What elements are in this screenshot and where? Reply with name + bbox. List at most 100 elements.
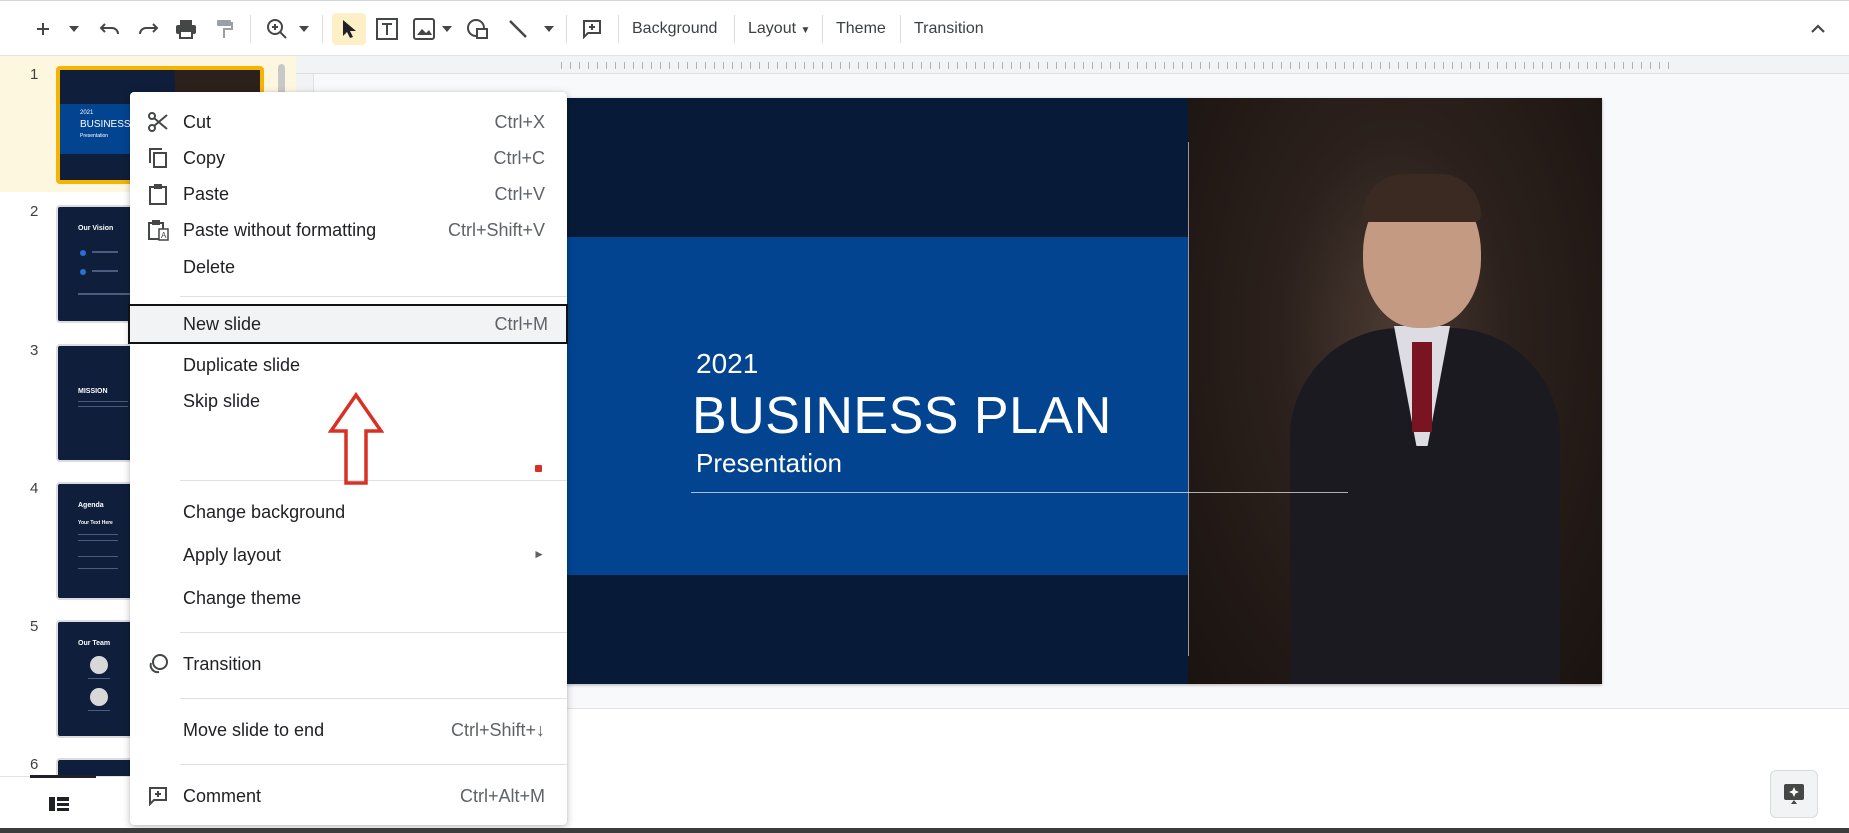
transition-icon <box>146 653 170 675</box>
menu-item-label: Paste without formatting <box>183 220 377 240</box>
slide-number: 4 <box>30 480 39 497</box>
menu-item-cut[interactable]: Cut Ctrl+X <box>130 104 567 140</box>
menu-item-change-theme[interactable]: Change theme <box>130 580 567 616</box>
toolbar: Background Layout ▼ Theme Transition <box>0 0 1849 56</box>
thumb-year: 2021 <box>80 110 94 116</box>
menu-divider <box>180 698 567 699</box>
menu-item-shortcut: Ctrl+Shift+V <box>447 220 545 240</box>
zoom-dropdown[interactable] <box>296 13 312 45</box>
print-icon <box>176 20 196 39</box>
menu-item-paste-without-formatting[interactable]: A Paste without formatting Ctrl+Shift+V <box>130 212 567 248</box>
menu-item-delete[interactable]: Delete <box>130 249 567 285</box>
line-button[interactable] <box>504 13 532 45</box>
explore-button[interactable] <box>1770 770 1818 818</box>
menu-item-shortcut: Ctrl+Shift+↓ <box>450 720 545 740</box>
line-dropdown[interactable] <box>542 13 556 45</box>
menu-divider <box>180 764 567 765</box>
menu-item-label: Apply layout <box>183 545 282 565</box>
menu-item-label: Copy <box>183 148 226 168</box>
slide-title[interactable]: BUSINESS PLAN <box>692 386 1112 446</box>
menu-item-shortcut: Ctrl+Alt+M <box>459 786 545 806</box>
menu-divider <box>180 632 567 633</box>
svg-text:A: A <box>161 231 167 240</box>
slide-number: 3 <box>30 342 39 359</box>
print-button[interactable] <box>172 13 200 45</box>
menu-item-shortcut: Ctrl+C <box>493 148 545 168</box>
slide-number: 2 <box>30 203 39 220</box>
slide-year[interactable]: 2021 <box>696 348 758 380</box>
menu-item-apply-layout[interactable]: Apply layout ► <box>130 537 567 573</box>
menu-item-change-background[interactable]: Change background <box>130 494 567 530</box>
redo-icon <box>139 23 159 35</box>
caret-down-icon <box>442 26 452 32</box>
paint-format-icon <box>217 20 233 38</box>
menu-item-transition[interactable]: Transition <box>130 646 567 682</box>
caret-down-icon <box>69 26 79 32</box>
explore-icon <box>1784 784 1804 804</box>
menu-item-label: Skip slide <box>183 391 261 411</box>
background-button[interactable]: Background <box>628 13 721 45</box>
businessman-photo[interactable] <box>1188 98 1602 684</box>
thumb-title: Agenda <box>78 502 104 509</box>
shape-icon <box>467 19 488 39</box>
slide-canvas[interactable]: 2021 BUSINESS PLAN Presentation <box>566 98 1602 684</box>
menu-item-shortcut: Ctrl+V <box>494 184 545 204</box>
zoom-icon <box>267 19 287 39</box>
menu-item-duplicate-slide[interactable]: Duplicate slide <box>130 347 567 383</box>
layout-button[interactable]: Layout ▼ <box>744 13 814 45</box>
horizontal-guide-line <box>691 492 1348 493</box>
text-box-icon <box>376 18 398 40</box>
new-slide-button[interactable] <box>30 13 56 45</box>
scissors-icon <box>146 111 170 133</box>
thumb-title: Our Team <box>78 640 111 647</box>
vertical-guide-line <box>1188 142 1189 656</box>
caret-down-icon <box>544 26 554 32</box>
line-icon <box>509 20 527 38</box>
menu-item-comment[interactable]: Comment Ctrl+Alt+M <box>130 778 567 814</box>
add-comment-button[interactable] <box>578 13 606 45</box>
menu-item-new-slide[interactable]: New slide Ctrl+M <box>128 304 568 344</box>
slide-subtitle[interactable]: Presentation <box>696 448 842 479</box>
menu-item-shortcut: Ctrl+M <box>494 314 549 334</box>
window-bottom-edge <box>0 828 1849 833</box>
menu-item-copy[interactable]: Copy Ctrl+C <box>130 140 567 176</box>
text-box-button[interactable] <box>372 13 402 45</box>
theme-button[interactable]: Theme <box>832 13 890 45</box>
undo-button[interactable] <box>96 13 124 45</box>
plus-icon <box>37 23 49 35</box>
thumb-subtitle: Presentation <box>80 133 109 139</box>
insert-image-button[interactable] <box>410 13 438 45</box>
menu-item-move-slide-to-end[interactable]: Move slide to end Ctrl+Shift+↓ <box>130 712 567 748</box>
slide-number: 1 <box>30 66 39 83</box>
menu-item-label: Cut <box>183 112 212 132</box>
menu-item-label: Paste <box>183 184 230 204</box>
menu-item-label: Move slide to end <box>183 720 325 740</box>
menu-item-label: Change background <box>183 502 346 522</box>
context-menu: Cut Ctrl+X Copy Ctrl+C Paste Ctrl+V A Pa… <box>128 92 568 825</box>
menu-item-label: New slide <box>183 314 262 334</box>
annotation-marker <box>535 465 542 472</box>
zoom-button[interactable] <box>262 13 292 45</box>
menu-item-paste[interactable]: Paste Ctrl+V <box>130 176 567 212</box>
new-slide-dropdown[interactable] <box>66 13 82 45</box>
cursor-arrow-icon <box>343 20 356 38</box>
clipboard-icon <box>146 183 170 205</box>
menu-item-label: Transition <box>183 654 262 674</box>
comment-icon <box>146 785 170 807</box>
layout-label: Layout <box>748 20 797 37</box>
shape-button[interactable] <box>464 13 492 45</box>
copy-icon <box>146 147 170 169</box>
collapse-toolbar-button[interactable] <box>1806 13 1830 45</box>
menu-item-label: Delete <box>183 257 236 277</box>
paint-format-button[interactable] <box>210 13 238 45</box>
redo-button[interactable] <box>134 13 162 45</box>
transition-button[interactable]: Transition <box>910 13 988 45</box>
add-comment-icon <box>583 20 601 39</box>
grid-view-button[interactable] <box>48 795 72 815</box>
horizontal-ruler <box>296 56 1849 74</box>
menu-divider <box>180 296 567 297</box>
slide-number: 5 <box>30 618 39 635</box>
menu-item-label: Comment <box>183 786 262 806</box>
select-tool-button[interactable] <box>332 13 366 45</box>
image-dropdown[interactable] <box>440 13 454 45</box>
